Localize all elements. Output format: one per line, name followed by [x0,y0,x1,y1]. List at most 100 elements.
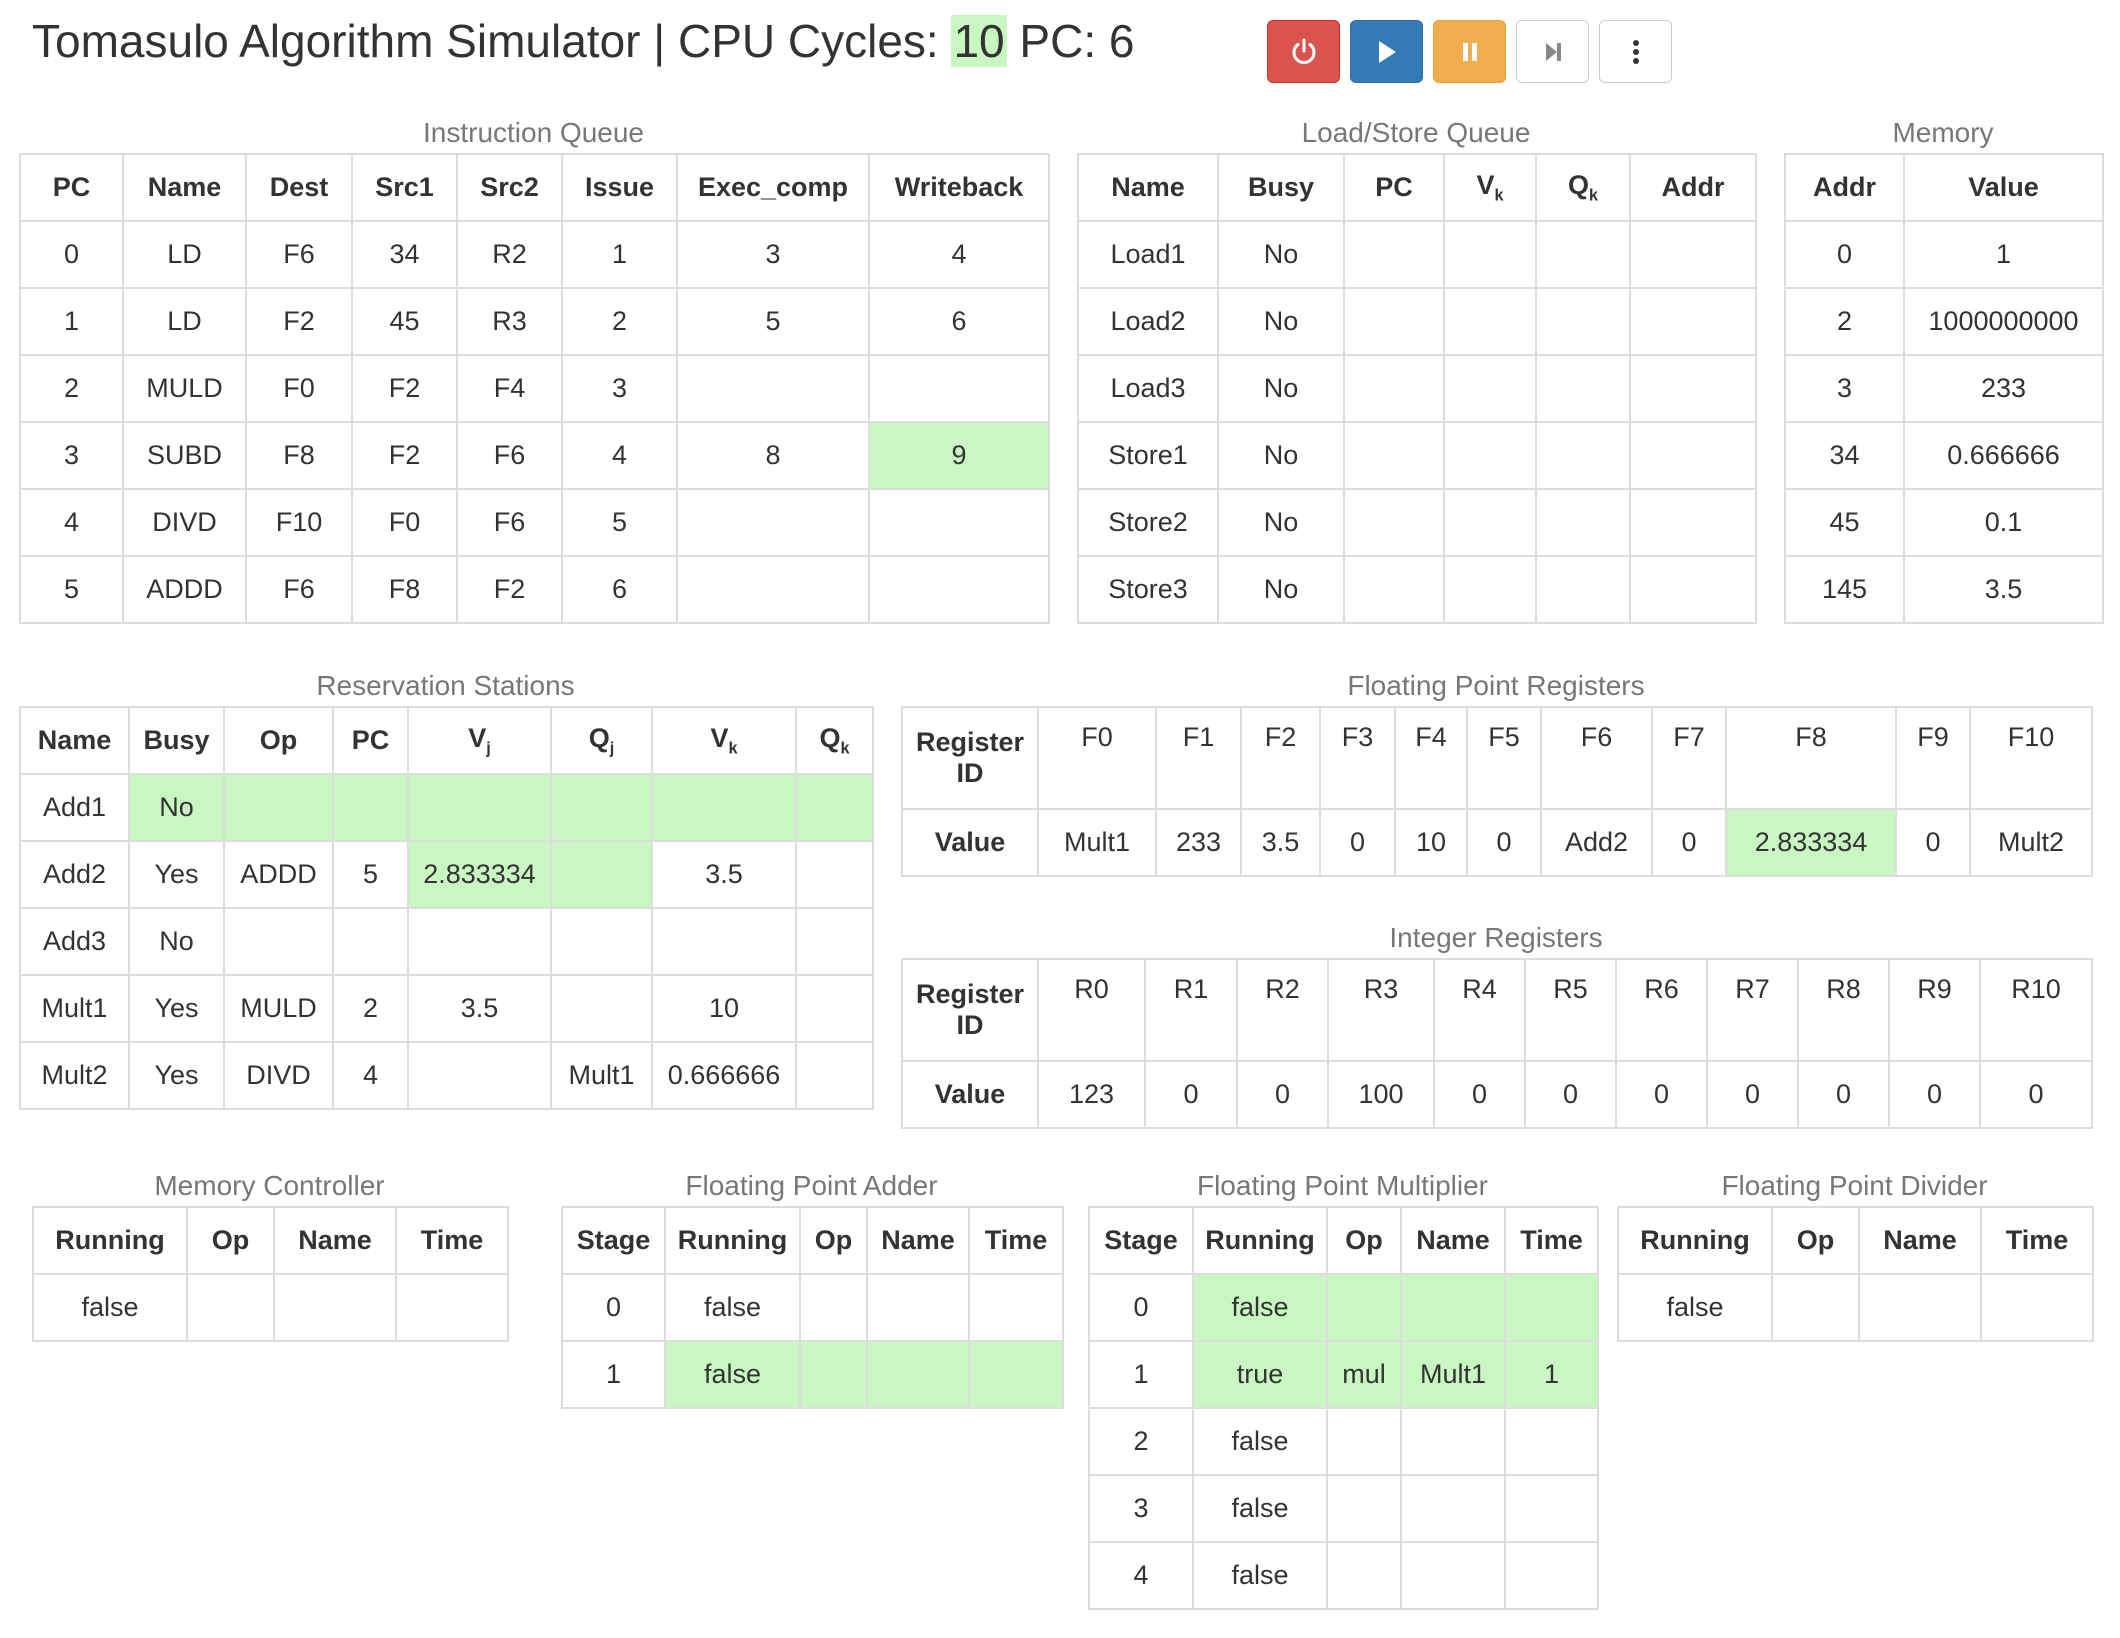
cell: false [1192,1541,1328,1610]
cell: 2 [1784,287,1905,356]
cell [651,907,797,976]
col-pc: PC [19,153,124,222]
register-id: R9 [1888,958,1981,1062]
cell [1504,1541,1599,1610]
register-id: R0 [1037,958,1146,1062]
table-row: 3 SUBD F8 F2 F6 4 8 9 [19,421,1050,490]
cell [407,907,552,976]
cell: 3.5 [407,974,552,1043]
col-name: Name [1077,153,1219,222]
cell [676,354,870,423]
cell: No [1217,354,1345,423]
cell: 145 [1784,555,1905,624]
col-pc: PC [1343,153,1445,222]
cell-highlighted: 2.833334 [407,840,552,909]
cell [1629,488,1757,557]
pause-button[interactable] [1433,20,1506,83]
cell: F0 [351,488,458,557]
cell [1443,287,1537,356]
cpu-cycles-value: 10 [951,15,1007,67]
cell [1629,220,1757,289]
register-value: Mult1 [1037,808,1157,877]
fp-adder-table: Stage Running Op Name Time 0 false 1 false [561,1206,1064,1409]
cell: 6 [868,287,1050,356]
table-row: 1 LD F2 45 R3 2 5 6 [19,287,1050,356]
cell [1443,488,1537,557]
cell: 3 [19,421,124,490]
cell: Add2 [19,840,130,909]
cell-highlighted: No [128,773,225,842]
register-id: F1 [1155,706,1242,810]
title-prefix: Tomasulo Algorithm Simulator | CPU Cycle… [32,15,939,67]
col-name: Name [1400,1206,1506,1275]
cell: 4 [19,488,124,557]
register-id: R6 [1615,958,1708,1062]
col-src1: Src1 [351,153,458,222]
cell: 5 [676,287,870,356]
col-vk: Vk [651,706,797,775]
memory-controller-panel: Memory Controller Running Op Name Time f… [32,1166,509,1342]
cell: Store2 [1077,488,1219,557]
register-value: 0 [1615,1060,1708,1129]
step-button[interactable] [1516,20,1589,83]
register-id-row: Register ID F0 F1 F2 F3 F4 F5 F6 F7 F8 F… [901,706,2093,810]
col-vk: Vk [1443,153,1537,222]
register-id: R4 [1433,958,1526,1062]
cell: Yes [128,840,225,909]
col-op: Op [186,1206,275,1275]
col-name: Name [866,1206,970,1275]
table-row: Add3 No [19,907,874,976]
vertical-ellipsis-icon [1632,39,1639,64]
vk-sub: k [1494,186,1504,205]
cell: Yes [128,974,225,1043]
cell: 4 [561,421,678,490]
register-value: 0 [1524,1060,1617,1129]
table-row: 45 0.1 [1784,488,2104,557]
register-id: R5 [1524,958,1617,1062]
vk-base: V [1476,169,1495,200]
col-qk: Qk [795,706,874,775]
table-row: 3 233 [1784,354,2104,423]
cell: 0 [19,220,124,289]
register-value: 233 [1155,808,1242,877]
cell: 5 [561,488,678,557]
reset-button[interactable] [1267,20,1340,83]
cell: No [1217,421,1345,490]
register-id: F0 [1037,706,1157,810]
col-stage: Stage [1088,1206,1194,1275]
more-button[interactable] [1599,20,1672,83]
memory-panel: Memory Addr Value 01 2 1000000000 3 233 34… [1784,113,2104,624]
fp-multiplier-table: Stage Running Op Name Time 0 false 1 true m… [1088,1206,1599,1610]
cell: 0.1 [1903,488,2104,557]
vj-base: V [468,722,487,753]
page-title: Tomasulo Algorithm Simulator | CPU Cycle… [32,14,1134,68]
cell: Yes [128,1041,225,1110]
table-row: 0 LD F6 34 R2 1 3 4 [19,220,1050,289]
cell-highlighted: false [1192,1273,1328,1342]
col-running: Running [1192,1206,1328,1275]
table-row: Add1 No [19,773,874,842]
cell: R2 [456,220,563,289]
qj-base: Q [588,722,610,753]
run-button[interactable] [1350,20,1423,83]
register-value-highlighted: 2.833334 [1725,808,1897,877]
cell [1858,1273,1982,1342]
cell: 0.666666 [1903,421,2104,490]
cell: No [1217,220,1345,289]
register-id: R3 [1327,958,1435,1062]
cell [1443,555,1537,624]
register-value: 123 [1037,1060,1146,1129]
register-value: 10 [1394,808,1468,877]
col-time: Time [1980,1206,2094,1275]
table-row: 4 false [1088,1541,1599,1610]
col-op: Op [1326,1206,1402,1275]
cell: 4 [1088,1541,1194,1610]
table-row: 01 [1784,220,2104,289]
cell [676,555,870,624]
play-icon [1378,40,1396,63]
cell [795,1041,874,1110]
cell-highlighted [968,1340,1064,1409]
col-running: Running [32,1206,188,1275]
pc-indicator: PC: 6 [1019,15,1135,67]
cell: Load1 [1077,220,1219,289]
